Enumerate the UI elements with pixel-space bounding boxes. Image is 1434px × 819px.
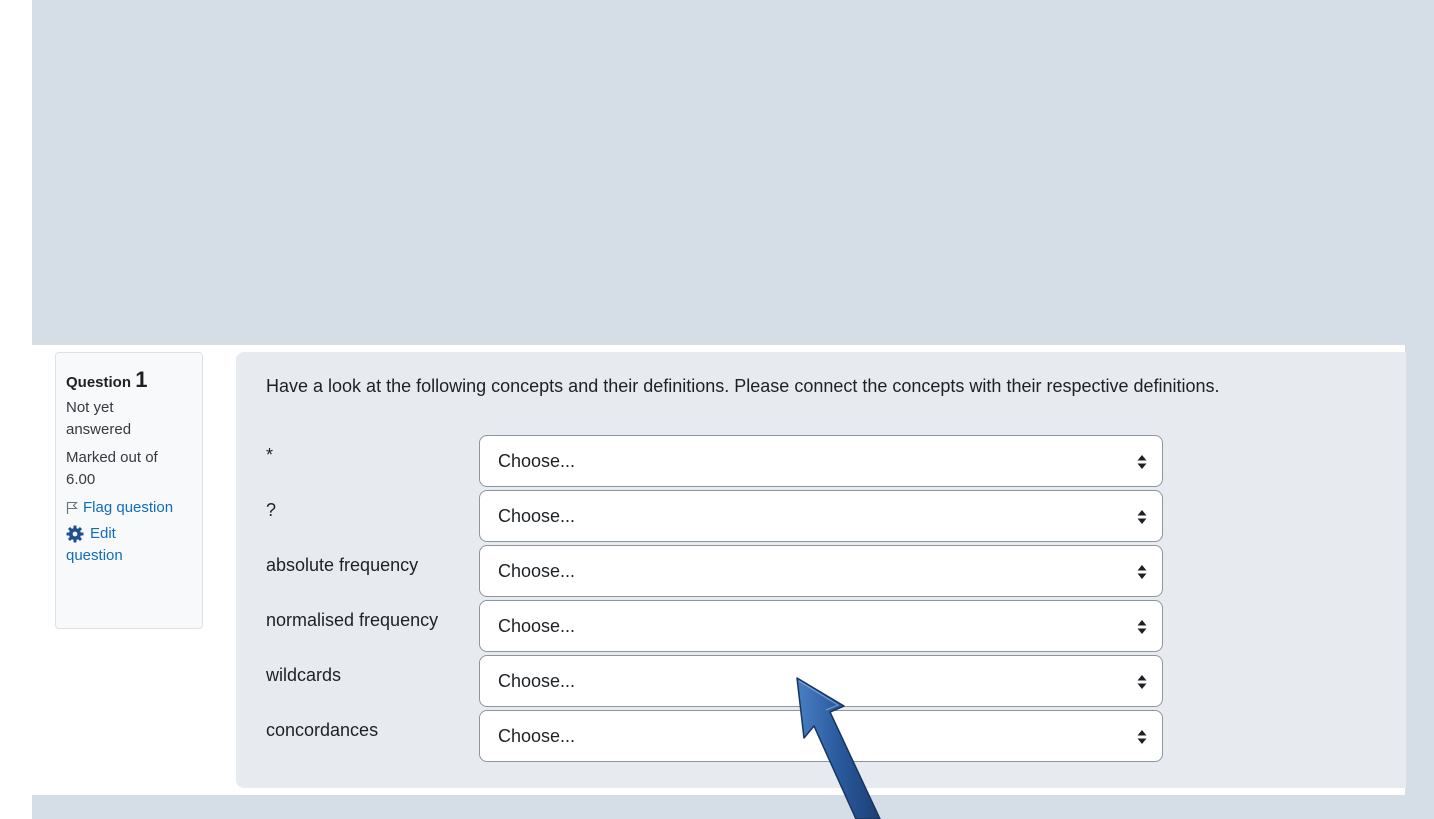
question-label: Question: [66, 374, 132, 391]
match-row: absolute frequency Choose...: [266, 545, 1166, 597]
match-row: ? Choose...: [266, 490, 1166, 542]
question-info-panel: Question 1 Not yet answered Marked out o…: [55, 352, 203, 629]
question-number: 1: [135, 367, 148, 392]
match-select[interactable]: Choose...: [479, 710, 1163, 762]
match-select[interactable]: Choose...: [479, 490, 1163, 542]
state-line-1: Not yet: [66, 399, 114, 416]
state-line-2: answered: [66, 421, 132, 438]
flag-question-label: Flag question: [83, 499, 174, 516]
sort-arrows-icon: [1137, 620, 1147, 634]
select-value: Choose...: [498, 561, 576, 581]
select-value: Choose...: [498, 671, 576, 691]
gear-icon: [66, 525, 84, 543]
match-select[interactable]: Choose...: [479, 655, 1163, 707]
edit-question-label-2: question: [66, 547, 123, 564]
select-value: Choose...: [498, 726, 576, 746]
sort-arrows-icon: [1137, 730, 1147, 744]
flag-question-link[interactable]: Flag question: [66, 497, 192, 519]
sort-arrows-icon: [1137, 565, 1147, 579]
sort-arrows-icon: [1137, 675, 1147, 689]
sort-arrows-icon: [1137, 510, 1147, 524]
match-select[interactable]: Choose...: [479, 545, 1163, 597]
select-value: Choose...: [498, 506, 576, 526]
grade-line-2: 6.00: [66, 471, 96, 488]
question-grade: Marked out of 6.00: [66, 447, 192, 491]
edit-question-label-1: Edit: [90, 525, 116, 542]
edit-question-link[interactable]: Edit question: [66, 523, 192, 567]
match-row: * Choose...: [266, 435, 1166, 487]
match-row: wildcards Choose...: [266, 655, 1166, 707]
question-formulation: Have a look at the following concepts an…: [236, 352, 1406, 788]
match-select[interactable]: Choose...: [479, 435, 1163, 487]
flag-icon: [66, 501, 78, 514]
match-concept-label: wildcards: [266, 665, 342, 685]
match-concept-label: concordances: [266, 720, 379, 740]
match-select[interactable]: Choose...: [479, 600, 1163, 652]
match-row: normalised frequency Choose...: [266, 600, 1166, 652]
match-concept-label: ?: [266, 500, 277, 520]
match-concept-label: *: [266, 445, 274, 465]
match-concept-label: normalised frequency: [266, 610, 439, 630]
sort-arrows-icon: [1137, 455, 1147, 469]
question-state: Not yet answered: [66, 397, 192, 441]
grade-line-1: Marked out of: [66, 449, 158, 466]
question-heading: Question 1: [66, 367, 192, 393]
select-value: Choose...: [498, 451, 576, 471]
match-row: concordances Choose...: [266, 710, 1166, 762]
question-text: Have a look at the following concepts an…: [266, 376, 1220, 396]
select-value: Choose...: [498, 616, 576, 636]
match-concept-label: absolute frequency: [266, 555, 419, 575]
